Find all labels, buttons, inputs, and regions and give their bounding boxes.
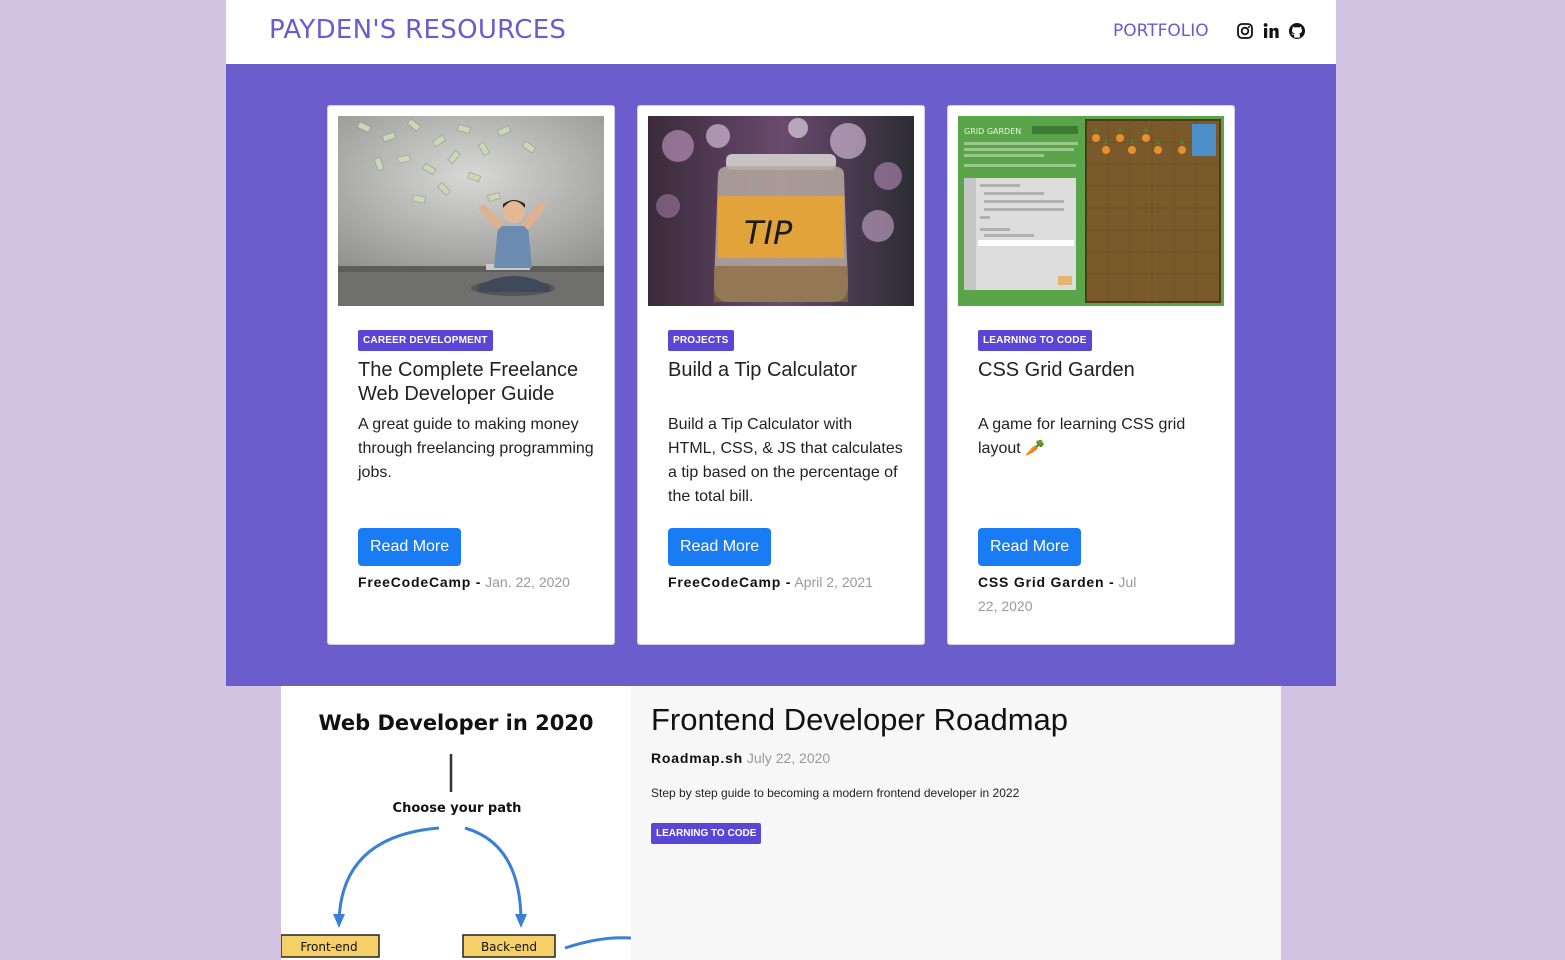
feature-date: July 22, 2020: [746, 750, 831, 766]
nav-portfolio-link[interactable]: PORTFOLIO: [1113, 21, 1209, 41]
feature-meta: Roadmap.sh July 22, 2020: [651, 750, 830, 766]
feature-source: Roadmap.sh: [651, 750, 744, 766]
page: PAYDEN'S RESOURCES PORTFOLIO CAREER DEVE…: [226, 0, 1336, 960]
card-description: Build a Tip Calculator with HTML, CSS, &…: [668, 416, 903, 505]
github-icon[interactable]: [1288, 22, 1306, 40]
card-meta: FreeCodeCamp - Jan. 22, 2020: [358, 570, 598, 594]
resource-card: GRID GARDEN LEARNING TO CODE CSS Grid Ga…: [947, 105, 1235, 645]
card-source: FreeCodeCamp -: [668, 574, 792, 590]
card-title[interactable]: The Complete Freelance Web Developer Gui…: [358, 358, 598, 406]
card-date: Jan. 22, 2020: [485, 574, 570, 590]
card-title[interactable]: Build a Tip Calculator: [668, 358, 908, 382]
feature-article: Frontend Developer Roadmap Roadmap.sh Ju…: [631, 686, 1281, 960]
category-badge[interactable]: PROJECTS: [668, 330, 734, 351]
card-source: FreeCodeCamp -: [358, 574, 482, 590]
feature-description: Step by step guide to becoming a modern …: [651, 786, 1020, 800]
featured-resources-section: CAREER DEVELOPMENT The Complete Freelanc…: [226, 64, 1336, 686]
card-image[interactable]: GRID GARDEN: [958, 116, 1224, 306]
card-description: A great guide to making money through fr…: [358, 416, 594, 481]
instagram-icon[interactable]: [1236, 22, 1254, 40]
read-more-button[interactable]: Read More: [978, 528, 1082, 566]
roadmap-heading: Web Developer in 2020: [318, 711, 593, 735]
feature-image[interactable]: Web Developer in 2020 Choose your path F…: [281, 686, 631, 960]
resource-card: TIP PROJECTS Build a Tip Calculator Buil…: [637, 105, 925, 645]
card-title[interactable]: CSS Grid Garden: [978, 358, 1218, 382]
roadmap-path-label: Choose your path: [393, 801, 522, 816]
roadmap-backend: Back-end: [481, 940, 537, 954]
card-date: April 2, 2021: [794, 574, 873, 590]
read-more-button[interactable]: Read More: [668, 528, 772, 566]
read-more-button[interactable]: Read More: [358, 528, 462, 566]
roadmap-frontend: Front-end: [300, 940, 357, 954]
card-description: A game for learning CSS grid layout 🥕: [978, 416, 1186, 457]
card-source: CSS Grid Garden -: [978, 574, 1115, 590]
resource-card: CAREER DEVELOPMENT The Complete Freelanc…: [327, 105, 615, 645]
navbar: PAYDEN'S RESOURCES PORTFOLIO: [226, 0, 1336, 64]
card-meta: CSS Grid Garden - Jul 22, 2020: [978, 570, 1138, 618]
card-image[interactable]: [338, 116, 604, 306]
tip-jar-label: TIP: [744, 214, 793, 252]
site-brand[interactable]: PAYDEN'S RESOURCES: [269, 15, 566, 45]
grid-garden-logo: GRID GARDEN: [964, 127, 1021, 136]
category-badge[interactable]: LEARNING TO CODE: [978, 330, 1092, 351]
category-badge[interactable]: LEARNING TO CODE: [651, 823, 762, 844]
card-image[interactable]: TIP: [648, 116, 914, 306]
card-meta: FreeCodeCamp - April 2, 2021: [668, 570, 908, 594]
linkedin-icon[interactable]: [1262, 22, 1280, 40]
category-badge[interactable]: CAREER DEVELOPMENT: [358, 330, 493, 351]
feature-title[interactable]: Frontend Developer Roadmap: [651, 702, 1068, 738]
